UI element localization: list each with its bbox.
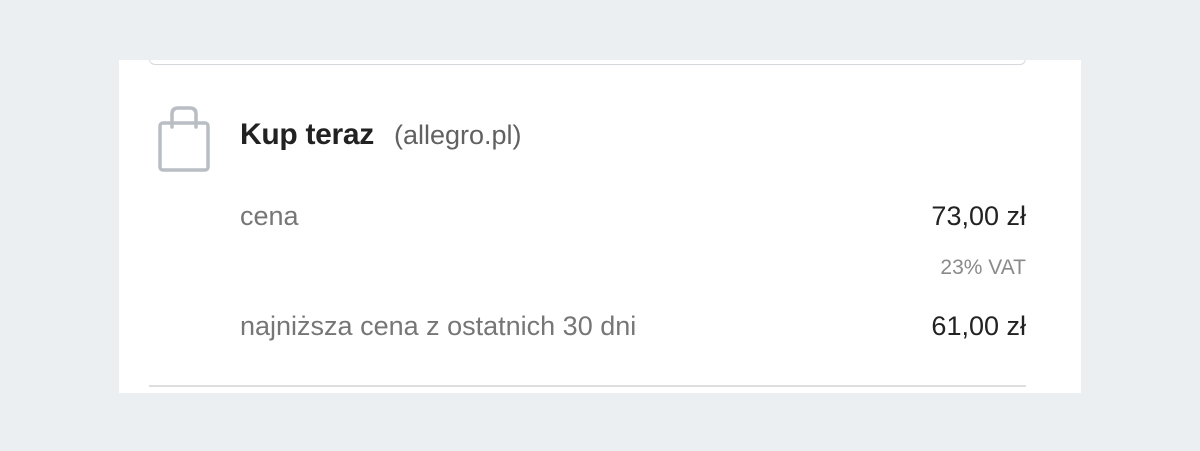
price-value: 73,00 zł	[931, 201, 1026, 231]
card-top-divider	[149, 60, 1026, 65]
price-label: cena	[240, 201, 299, 231]
offer-source: (allegro.pl)	[394, 120, 522, 150]
vat-note: 23% VAT	[940, 256, 1026, 279]
lowest-price-label: najniższa cena z ostatnich 30 dni	[240, 311, 637, 341]
buy-now-card: Kup teraz (allegro.pl) cena 73,00 zł 23%…	[119, 60, 1081, 393]
offer-heading: Kup teraz (allegro.pl)	[240, 118, 522, 152]
shopping-bag-icon	[158, 106, 210, 172]
offer-title: Kup teraz	[240, 118, 374, 151]
lowest-price-value: 61,00 zł	[931, 311, 1026, 341]
bottom-divider	[149, 385, 1026, 387]
